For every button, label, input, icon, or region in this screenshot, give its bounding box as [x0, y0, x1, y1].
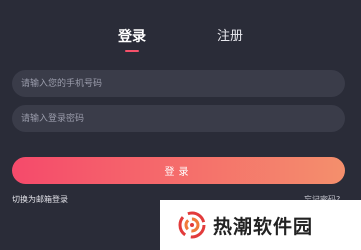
password-input[interactable]	[21, 105, 345, 132]
tab-register[interactable]: 注册	[217, 28, 243, 46]
active-tab-indicator	[125, 50, 139, 52]
password-field-wrapper	[12, 105, 345, 132]
switch-email-login-link[interactable]: 切换为邮箱登录	[12, 194, 68, 205]
auth-tabs: 登录 注册	[0, 28, 361, 58]
watermark-text: 热潮软件园	[213, 215, 314, 238]
flame-swirl-logo-icon	[178, 211, 206, 239]
watermark: 热潮软件园	[160, 200, 361, 250]
phone-field-wrapper	[12, 70, 345, 97]
phone-input[interactable]	[21, 70, 345, 97]
tab-login[interactable]: 登录	[118, 28, 146, 46]
login-button[interactable]: 登录	[12, 157, 345, 184]
